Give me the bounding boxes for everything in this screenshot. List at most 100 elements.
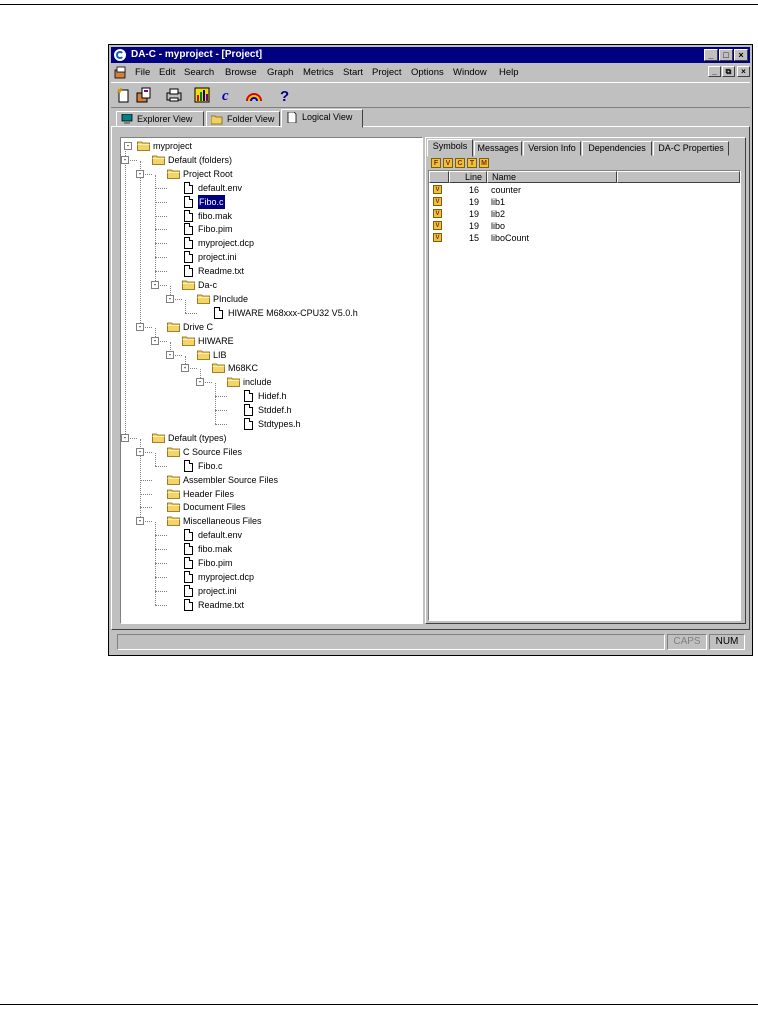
collapse-toggle[interactable]: - [136,447,144,456]
collapse-toggle[interactable]: - [181,364,189,373]
project-menu-icon[interactable] [114,66,128,80]
collapse-toggle[interactable]: - [136,517,144,526]
collapse-toggle[interactable]: - [136,322,144,331]
top-rule [0,4,758,5]
tab-dac-properties[interactable]: DA-C Properties [653,141,729,156]
folder-icon [197,294,210,304]
menu-graph[interactable]: Graph [267,67,293,78]
tree-item-label: project.ini [198,252,237,263]
tree-item-label: project.ini [198,585,237,596]
title-bar[interactable]: DA-C - myproject - [Project] _ □ × [111,47,750,63]
tree-item-label: Default (types) [168,432,227,443]
tree-item-label: M68KC [228,363,259,374]
tree-connector [155,257,167,259]
tab-version-info[interactable]: Version Info [523,141,581,156]
tree-connector [155,535,167,537]
file-icon [244,404,253,417]
open-project-icon[interactable] [135,86,153,104]
collapse-toggle[interactable]: - [166,294,174,303]
column-header-line[interactable]: Line [449,171,487,183]
close-button[interactable]: × [734,49,748,61]
tab-logical-view[interactable]: Logical View [281,109,363,128]
mdi-minimize-button[interactable]: _ [708,66,721,77]
collapse-toggle[interactable]: - [124,142,132,150]
menu-edit[interactable]: Edit [159,67,175,78]
print-icon[interactable] [165,86,183,104]
collapse-toggle[interactable]: - [136,169,144,178]
collapse-toggle[interactable]: - [151,336,159,345]
tab-symbols[interactable]: Symbols [427,139,473,157]
tree-connector [215,424,227,425]
variable-icon: V [433,209,442,218]
collapse-toggle[interactable]: - [196,378,204,387]
menu-help[interactable]: Help [499,67,519,78]
file-icon [184,237,193,250]
collapse-toggle[interactable]: - [166,350,174,359]
mdi-restore-button[interactable]: ⧉ [722,66,735,77]
column-header-extra[interactable] [617,171,740,183]
folder-icon [137,141,150,151]
mdi-close-button[interactable]: × [737,66,750,77]
menu-project[interactable]: Project [372,67,402,78]
collapse-toggle[interactable]: - [121,155,129,164]
filter-constants-button[interactable]: C [455,158,465,168]
table-row[interactable]: V 15 liboCount [429,232,740,244]
toolbar: c ? [111,82,750,108]
tab-messages[interactable]: Messages [474,141,522,156]
tab-dependencies[interactable]: Dependencies [582,141,652,156]
c-compiler-icon[interactable]: c [219,86,237,104]
folder-icon [212,363,225,374]
folder-icon [167,322,180,332]
table-row[interactable]: V 16 counter [429,184,740,196]
file-icon [214,306,223,319]
symbol-name: liboCount [491,233,530,243]
project-tree[interactable]: myproject - Default (folders) - Project Root… [120,137,423,624]
filter-variables-button[interactable]: V [443,158,453,168]
menu-file[interactable]: File [135,67,150,78]
table-row[interactable]: V 19 lib2 [429,208,740,220]
collapse-toggle[interactable]: - [151,281,159,289]
tree-connector [155,604,167,606]
column-header-name[interactable]: Name [487,171,617,183]
tree-connector [155,215,167,217]
symbol-line: 19 [468,221,479,231]
menu-window[interactable]: Window [453,67,487,78]
tree-connector [185,312,197,314]
menu-metrics[interactable]: Metrics [303,67,334,78]
variable-icon: V [433,221,442,230]
tree-item-label: Readme.txt [198,599,245,610]
column-header-kind[interactable] [429,171,449,183]
tab-folder-view[interactable]: Folder View [206,111,280,127]
file-icon [244,418,253,430]
filter-types-button[interactable]: T [467,158,477,168]
symbol-name: lib1 [491,197,506,207]
table-row[interactable]: V 19 lib1 [429,196,740,208]
tree-item-label: myproject.dcp [198,238,255,249]
filter-macros-button[interactable]: M [479,158,489,168]
menu-search[interactable]: Search [184,67,214,78]
rainbow-icon[interactable] [245,86,263,104]
tree-item-label: LIB [213,349,227,360]
new-project-icon[interactable] [115,86,133,104]
filter-functions-button[interactable]: F [431,158,441,168]
chart-icon[interactable] [193,86,211,104]
tree-item-label: fibo.mak [198,210,233,221]
menu-start[interactable]: Start [343,67,363,78]
collapse-toggle[interactable]: - [121,433,129,442]
file-icon [184,598,193,611]
status-message [117,634,665,650]
minimize-button[interactable]: _ [704,49,718,61]
help-icon[interactable]: ? [275,86,293,104]
tree-item-label: Fibo.c [198,460,223,471]
app-icon[interactable] [114,49,126,61]
tab-explorer-view[interactable]: Explorer View [116,111,204,127]
maximize-button[interactable]: □ [719,49,733,61]
table-row[interactable]: V 19 libo [429,220,740,232]
tree-connector [125,147,126,438]
tree-connector [155,452,156,466]
bottom-rule [0,1004,758,1005]
symbols-list[interactable]: Line Name V 16 counter V 19 lib1 V 19 lib2 V 19 lib… [428,170,741,621]
menu-browse[interactable]: Browse [225,67,257,78]
file-icon [184,251,193,264]
menu-options[interactable]: Options [411,67,444,78]
